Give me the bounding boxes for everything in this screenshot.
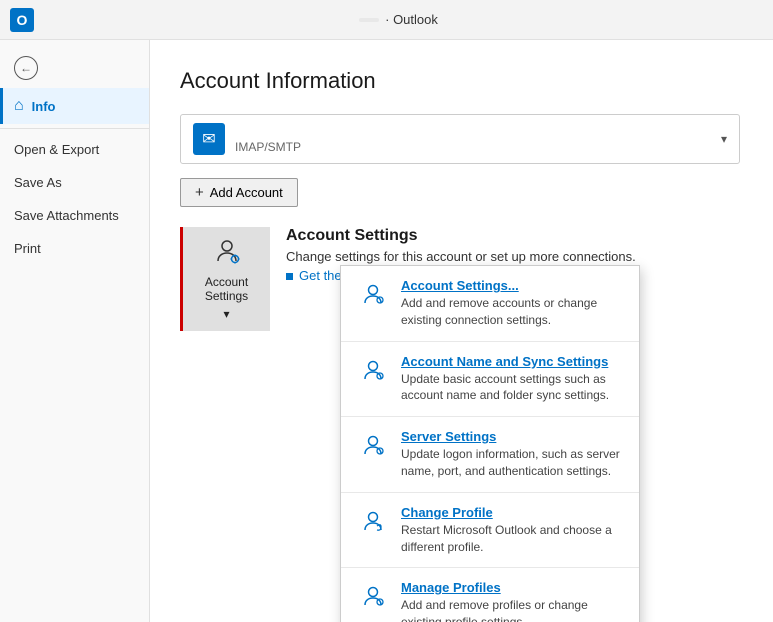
account-settings-button[interactable]: Account Settings ▾ — [180, 227, 270, 331]
sidebar: ← ⌂ Info Open & Export Save As Save Atta… — [0, 40, 150, 622]
account-info: IMAP/SMTP — [235, 124, 721, 154]
menu-item-server-settings-title: Server Settings — [401, 429, 623, 444]
menu-item-account-settings-desc: Add and remove accounts or change existi… — [401, 295, 623, 329]
add-icon: + — [195, 184, 204, 201]
main-content: Account Information ✉ IMAP/SMTP ▾ + Add … — [150, 40, 773, 622]
menu-item-account-name-sync[interactable]: Account Name and Sync Settings Update ba… — [341, 342, 639, 417]
menu-item-manage-profiles-desc: Add and remove profiles or change existi… — [401, 597, 623, 622]
menu-item-change-profile-desc: Restart Microsoft Outlook and choose a d… — [401, 522, 623, 556]
back-button[interactable]: ← — [0, 48, 149, 88]
menu-item-change-profile-text: Change Profile Restart Microsoft Outlook… — [401, 505, 623, 556]
menu-item-manage-profiles-title: Manage Profiles — [401, 580, 623, 595]
sidebar-item-open-export[interactable]: Open & Export — [0, 133, 149, 166]
menu-item-change-profile[interactable]: Change Profile Restart Microsoft Outlook… — [341, 493, 639, 568]
dropdown-chevron-icon: ▾ — [721, 132, 727, 146]
dropdown-arrow: ▾ — [223, 307, 229, 321]
account-email — [235, 124, 721, 139]
bullet-icon — [286, 273, 293, 280]
account-settings-title: Account Settings — [286, 227, 636, 245]
menu-item-server-settings[interactable]: Server Settings Update logon information… — [341, 417, 639, 492]
account-settings-menu-icon — [357, 278, 389, 310]
email-icon: ✉ — [202, 129, 215, 149]
sidebar-item-save-attachments[interactable]: Save Attachments — [0, 199, 149, 232]
title-bar-center: · Outlook — [34, 12, 763, 27]
outlook-logo: O — [10, 8, 34, 32]
title-bar: O · Outlook — [0, 0, 773, 40]
sidebar-item-save-as[interactable]: Save As — [0, 166, 149, 199]
account-type: IMAP/SMTP — [235, 140, 721, 154]
menu-item-account-settings-title: Account Settings... — [401, 278, 623, 293]
title-pill — [359, 18, 379, 22]
account-settings-icon — [211, 237, 243, 271]
account-settings-btn-label: Account Settings — [205, 275, 248, 303]
account-name-sync-icon — [357, 354, 389, 386]
home-icon: ⌂ — [14, 97, 24, 115]
sidebar-divider — [0, 128, 149, 129]
account-dropdown[interactable]: ✉ IMAP/SMTP ▾ — [180, 114, 740, 164]
sidebar-item-info[interactable]: ⌂ Info — [0, 88, 149, 124]
menu-item-change-profile-title: Change Profile — [401, 505, 623, 520]
menu-item-account-name-sync-text: Account Name and Sync Settings Update ba… — [401, 354, 623, 405]
sidebar-item-print[interactable]: Print — [0, 232, 149, 265]
manage-profiles-icon — [357, 580, 389, 612]
breadcrumb: · Outlook — [385, 12, 438, 27]
add-account-button[interactable]: + Add Account — [180, 178, 298, 207]
account-settings-dropdown-menu: Account Settings... Add and remove accou… — [340, 265, 640, 622]
account-icon-box: ✉ — [193, 123, 225, 155]
back-icon: ← — [14, 56, 38, 80]
account-settings-desc: Change settings for this account or set … — [286, 249, 636, 264]
add-account-label: Add Account — [210, 185, 283, 200]
page-title: Account Information — [180, 68, 743, 94]
app-body: ← ⌂ Info Open & Export Save As Save Atta… — [0, 40, 773, 622]
menu-item-account-name-sync-title: Account Name and Sync Settings — [401, 354, 623, 369]
server-settings-icon — [357, 429, 389, 461]
menu-item-account-settings[interactable]: Account Settings... Add and remove accou… — [341, 266, 639, 341]
change-profile-icon — [357, 505, 389, 537]
menu-item-server-settings-text: Server Settings Update logon information… — [401, 429, 623, 480]
menu-item-account-settings-text: Account Settings... Add and remove accou… — [401, 278, 623, 329]
menu-item-manage-profiles[interactable]: Manage Profiles Add and remove profiles … — [341, 568, 639, 622]
menu-item-account-name-sync-desc: Update basic account settings such as ac… — [401, 371, 623, 405]
menu-item-manage-profiles-text: Manage Profiles Add and remove profiles … — [401, 580, 623, 622]
menu-item-server-settings-desc: Update logon information, such as server… — [401, 446, 623, 480]
